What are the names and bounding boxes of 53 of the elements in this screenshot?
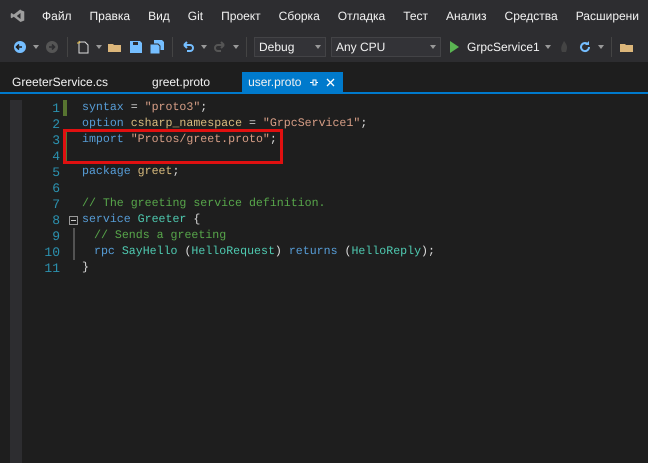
line-number: 11 (43, 260, 60, 276)
back-icon[interactable] (12, 39, 28, 55)
code-line: package greet; (81, 165, 180, 179)
collapse-icon[interactable] (69, 216, 78, 224)
line-number: 3 (51, 132, 60, 148)
menu-item[interactable]: Средства (496, 9, 567, 23)
pin-icon[interactable] (309, 78, 318, 86)
caret-icon[interactable] (598, 45, 604, 49)
line-number: 4 (51, 148, 60, 164)
caret-icon[interactable] (96, 45, 102, 49)
line-number: 2 (51, 116, 60, 132)
caret-icon[interactable] (315, 45, 321, 49)
configuration-dropdown[interactable]: Debug (254, 37, 326, 57)
caret-icon[interactable] (233, 45, 239, 49)
caret-icon[interactable] (201, 45, 207, 49)
line-number: 5 (51, 164, 60, 180)
code-line: // The greeting service definition. (81, 197, 326, 211)
line-number: 10 (43, 244, 60, 260)
menu-item[interactable]: Git (178, 9, 212, 23)
menu-item[interactable]: Анализ (437, 9, 496, 23)
editor-tab[interactable]: user.proto (242, 72, 344, 92)
menu-item[interactable]: Вид (139, 9, 179, 23)
menu-item[interactable]: Правка (80, 9, 140, 23)
editor-tab[interactable]: GreeterService.cs (0, 72, 116, 92)
menu-item[interactable]: Проект (212, 9, 270, 23)
editor-tab[interactable]: greet.proto (140, 72, 218, 92)
menu-item[interactable]: Сборка (270, 9, 329, 23)
save-icon[interactable] (128, 39, 144, 55)
code-line: syntax = "proto3"; (81, 101, 208, 115)
start-target-button[interactable]: GrpcService1 (467, 40, 540, 54)
save-all-icon[interactable] (149, 39, 165, 55)
code-line: rpc SayHello (HelloRequest) returns (HelloReply); (93, 245, 435, 259)
app-logo-icon (10, 7, 26, 25)
code-line: option csharp_namespace = "GrpcService1"; (81, 117, 368, 131)
menu-item[interactable]: Файл (33, 9, 81, 23)
platform-dropdown[interactable]: Any CPU (331, 37, 441, 57)
menu-item[interactable]: Тест (394, 9, 438, 23)
line-number: 7 (51, 196, 60, 212)
code-line: } (81, 261, 89, 275)
line-number: 9 (51, 228, 60, 244)
new-file-icon[interactable] (75, 39, 91, 55)
line-number: 1 (51, 100, 60, 116)
code-line: import "Protos/greet.proto"; (81, 133, 277, 147)
code-line: // Sends a greeting (93, 229, 226, 243)
caret-icon[interactable] (430, 45, 436, 49)
menu-item[interactable]: Расширени (566, 9, 648, 23)
line-number: 8 (51, 212, 60, 228)
caret-icon[interactable] (544, 45, 551, 49)
close-icon[interactable] (326, 78, 336, 86)
line-number: 6 (51, 180, 60, 196)
caret-icon[interactable] (33, 45, 39, 49)
code-line: service Greeter { (81, 213, 200, 227)
menu-item[interactable]: Отладка (328, 9, 394, 23)
